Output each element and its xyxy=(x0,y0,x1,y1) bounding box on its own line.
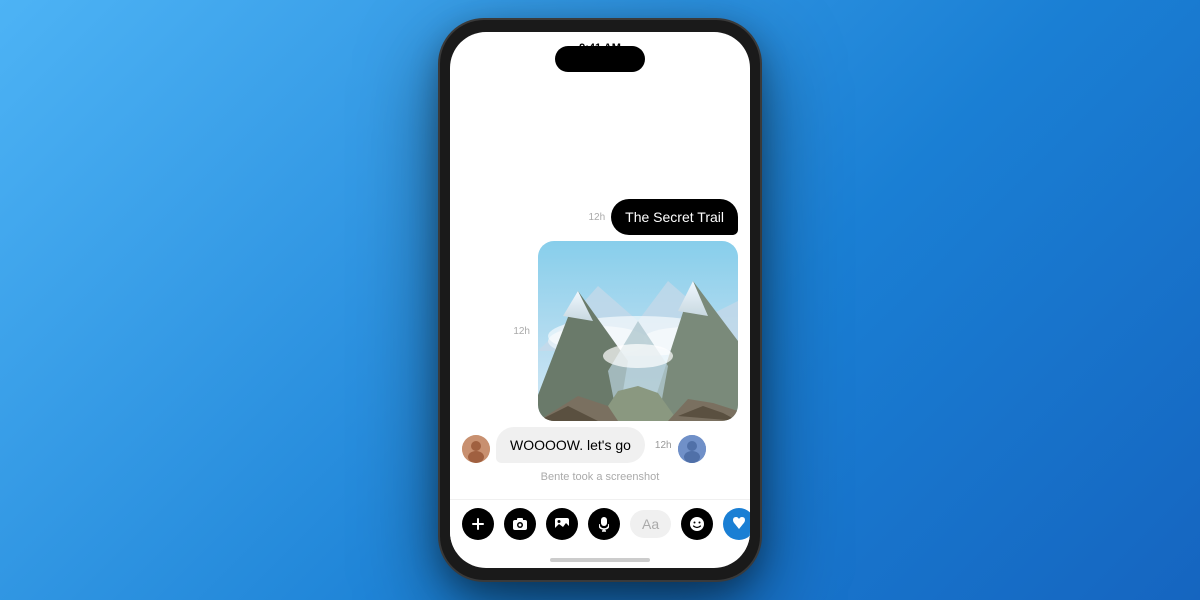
chat-area: 12h The Secret Trail 12h xyxy=(450,58,750,499)
message-input[interactable]: Aa xyxy=(630,510,671,538)
message-row-image: 12h xyxy=(462,241,738,421)
camera-button[interactable] xyxy=(504,508,536,540)
viewer-avatar xyxy=(678,435,706,463)
input-placeholder: Aa xyxy=(642,516,659,532)
like-button[interactable] xyxy=(723,508,750,540)
phone-screen: 9:41 AM 12h The Secret Trail 12h xyxy=(450,32,750,568)
message-toolbar: Aa xyxy=(450,499,750,552)
gallery-button[interactable] xyxy=(546,508,578,540)
message-time-1: 12h xyxy=(588,212,605,223)
received-bubble[interactable]: WOOOOW. let's go xyxy=(496,427,645,463)
mic-button[interactable] xyxy=(588,508,620,540)
message-row-sent-text: 12h The Secret Trail xyxy=(462,199,738,235)
message-time-2: 12h xyxy=(513,326,530,337)
add-button[interactable] xyxy=(462,508,494,540)
sender-avatar xyxy=(462,435,490,463)
dynamic-island xyxy=(555,46,645,72)
home-indicator xyxy=(550,558,650,562)
sent-bubble[interactable]: The Secret Trail xyxy=(611,199,738,235)
screenshot-notice: Bente took a screenshot xyxy=(462,471,738,483)
phone-container: 9:41 AM 12h The Secret Trail 12h xyxy=(440,20,760,580)
message-time-3: 12h xyxy=(655,440,672,451)
emoji-button[interactable] xyxy=(681,508,713,540)
received-message-row: WOOOOW. let's go 12h xyxy=(462,427,738,463)
status-bar: 9:41 AM xyxy=(450,32,750,58)
chat-image[interactable] xyxy=(538,241,738,421)
